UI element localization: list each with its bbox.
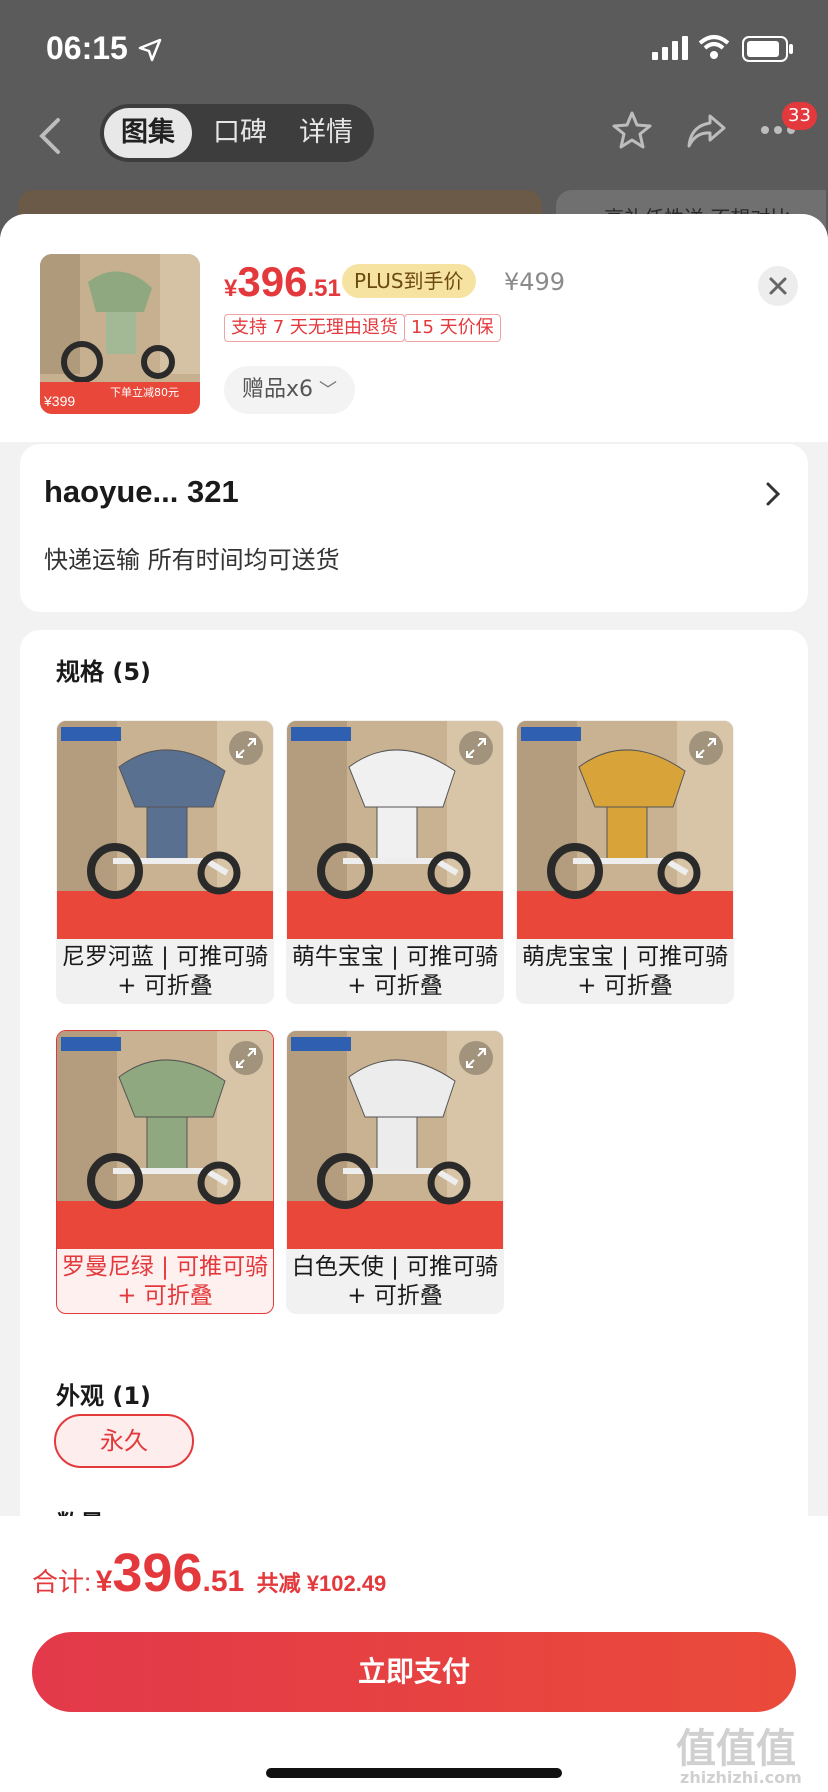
chevron-down-icon: ﹀	[319, 380, 338, 401]
expand-icon[interactable]	[689, 731, 723, 765]
total-integer: 396	[112, 1543, 203, 1603]
appearance-option-selected[interactable]: 永久	[54, 1414, 194, 1468]
spec-option[interactable]: 白色天使 | 可推可骑 + 可折叠	[286, 1030, 504, 1314]
spec-option[interactable]: 萌牛宝宝 | 可推可骑 + 可折叠	[286, 720, 504, 1004]
spec-option[interactable]: 尼罗河蓝 | 可推可骑 + 可折叠	[56, 720, 274, 1004]
product-price: ¥396.51	[224, 258, 341, 306]
spec-option[interactable]: 萌虎宝宝 | 可推可骑 + 可折叠	[516, 720, 734, 1004]
thumb-price: ¥399	[43, 393, 75, 409]
total-currency: ¥	[95, 1565, 113, 1598]
tab-reviews[interactable]: 口碑	[200, 108, 280, 158]
total-price: ¥396.51	[96, 1543, 245, 1603]
tricycle-image: ¥399 下单立减80元	[40, 254, 200, 414]
spec-option-label: 萌虎宝宝 | 可推可骑 + 可折叠	[521, 944, 729, 999]
back-icon[interactable]	[36, 116, 64, 156]
pay-now-button[interactable]: 立即支付	[32, 1632, 796, 1712]
home-indicator	[266, 1768, 562, 1778]
recipient-name: haoyue... 321	[44, 474, 239, 509]
price-decimal: .51	[307, 275, 341, 302]
tab-gallery[interactable]: 图集	[104, 108, 192, 158]
signal-icon	[652, 36, 688, 60]
total-label: 合计:	[32, 1567, 92, 1597]
total-saved: 共减 ¥102.49	[256, 1571, 387, 1596]
watermark-text: 值值值	[676, 1726, 796, 1772]
spec-option-label: 罗曼尼绿 | 可推可骑 + 可折叠	[61, 1254, 269, 1309]
segmented-tabs: 图集 口碑 详情	[100, 104, 374, 162]
thumb-promo: 下单立减80元	[110, 385, 179, 399]
appearance-title: 外观 (1)	[56, 1382, 151, 1410]
spec-option-label: 白色天使 | 可推可骑 + 可折叠	[291, 1254, 499, 1309]
original-price: ¥499	[504, 268, 566, 296]
spec-option[interactable]: 罗曼尼绿 | 可推可骑 + 可折叠	[56, 1030, 274, 1314]
close-icon[interactable]	[758, 266, 798, 306]
product-thumbnail[interactable]: ¥399 下单立减80元	[40, 254, 200, 414]
plus-price-tag: PLUS到手价	[342, 264, 476, 298]
sheet-header: ¥399 下单立减80元 ¥396.51 PLUS到手价 ¥499 支持 7 天…	[0, 214, 828, 442]
address-card[interactable]: haoyue... 321 快递运输 所有时间均可送货	[20, 444, 808, 612]
tab-details[interactable]: 详情	[286, 108, 366, 158]
gift-dropdown[interactable]: 赠品x6 ﹀	[224, 366, 356, 414]
total-summary: 合计: ¥396.51 共减 ¥102.49	[32, 1542, 386, 1604]
price-integer: 396	[237, 258, 308, 305]
favorite-star-icon[interactable]	[612, 110, 652, 150]
battery-icon	[742, 36, 793, 62]
status-bar: 06:15	[0, 0, 828, 100]
location-arrow-icon	[138, 38, 162, 62]
total-decimal: .51	[202, 1565, 245, 1598]
gift-label: 赠品x6	[242, 377, 314, 402]
spec-card: 规格 (5) 尼罗河蓝 | 可推可骑 + 可折叠 萌牛宝宝 | 可推可骑 + 可折…	[20, 630, 808, 1630]
expand-icon[interactable]	[459, 1041, 493, 1075]
delivery-info: 快递运输 所有时间均可送货	[44, 546, 340, 574]
expand-icon[interactable]	[229, 1041, 263, 1075]
spec-option-label: 尼罗河蓝 | 可推可骑 + 可折叠	[61, 944, 269, 999]
chevron-right-icon	[766, 482, 781, 506]
nav-bar: 图集 口碑 详情 33	[0, 100, 828, 180]
status-time: 06:15	[46, 30, 128, 66]
expand-icon[interactable]	[229, 731, 263, 765]
price-currency: ¥	[224, 275, 238, 302]
share-icon[interactable]	[686, 112, 726, 150]
service-tag-price-protect: 15 天价保	[404, 314, 501, 342]
spec-title: 规格 (5)	[56, 658, 151, 686]
notification-badge: 33	[782, 102, 817, 130]
expand-icon[interactable]	[459, 731, 493, 765]
watermark-url: zhizhizhi.com	[680, 1768, 802, 1787]
watermark-logo: 值值值 zhizhizhi.com	[676, 1716, 802, 1787]
spec-option-label: 萌牛宝宝 | 可推可骑 + 可折叠	[291, 944, 499, 999]
wifi-icon	[698, 35, 730, 59]
service-tag-return: 支持 7 天无理由退货	[224, 314, 405, 342]
checkout-bar: 合计: ¥396.51 共减 ¥102.49 立即支付 值值值 zhizhizhi…	[0, 1516, 828, 1792]
